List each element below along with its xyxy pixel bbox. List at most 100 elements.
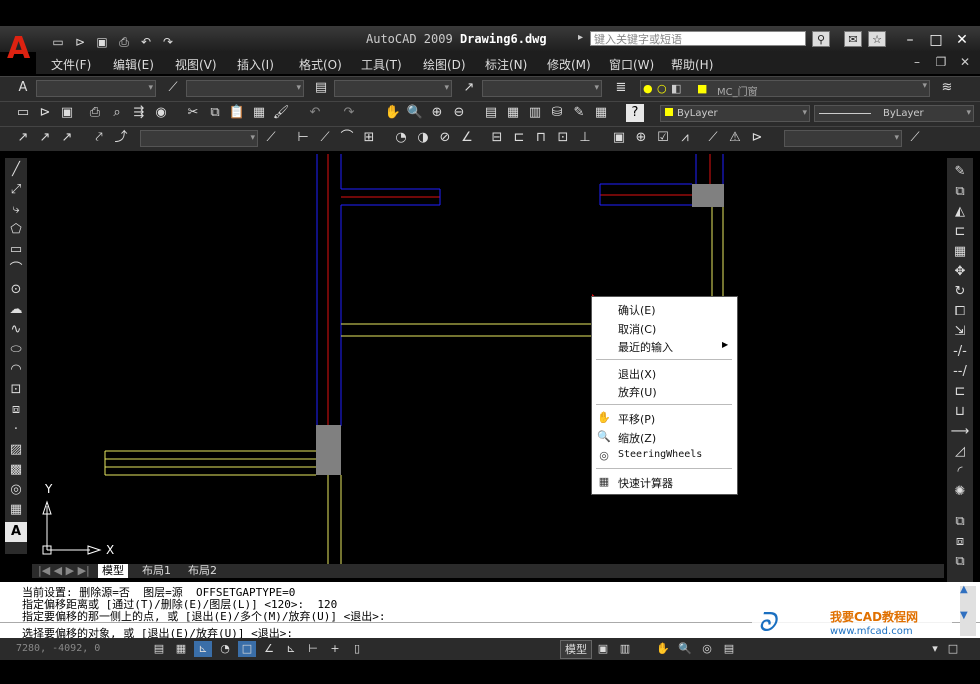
menu-item-zoom[interactable]: 缩放(Z): [618, 430, 656, 446]
properties-icon[interactable]: ▤: [482, 104, 500, 122]
polar-tracking-icon[interactable]: ◔: [216, 641, 234, 657]
save-icon[interactable]: ▣: [94, 35, 110, 49]
ordinate-dimension-icon[interactable]: ⊞: [360, 129, 378, 147]
layer-dropdown[interactable]: ● ○ ◧ ■ MC_门窗 ▾: [640, 80, 930, 98]
design-center-icon[interactable]: ▦: [504, 104, 522, 122]
minimize-button[interactable]: –: [900, 30, 920, 50]
table-icon[interactable]: ▦: [5, 500, 27, 520]
doc-minimize-button[interactable]: –: [908, 55, 926, 71]
help-icon[interactable]: ?: [626, 104, 644, 122]
ortho-mode-icon[interactable]: ⊾: [194, 641, 212, 657]
print-icon[interactable]: ⎙: [116, 35, 132, 49]
maximize-button[interactable]: □: [926, 30, 946, 50]
application-menu-button[interactable]: A: [3, 30, 35, 70]
make-layer-current-icon[interactable]: ≋: [938, 79, 956, 97]
search-input[interactable]: 键入关键字或短语: [590, 31, 806, 46]
coordinate-readout[interactable]: 7280, -4092, 0: [16, 643, 100, 654]
open-file-icon[interactable]: ⊳: [36, 104, 54, 122]
ellipse-arc-icon[interactable]: ◠: [5, 360, 27, 380]
menu-item-steeringwheels[interactable]: SteeringWheels: [618, 449, 702, 460]
plot-preview-icon[interactable]: ⌕: [108, 104, 126, 122]
tab-layout2[interactable]: 布局2: [188, 564, 217, 578]
paste-block-icon[interactable]: ▦: [250, 104, 268, 122]
bring-above-icon[interactable]: ⧉: [949, 552, 971, 572]
menu-item-exit[interactable]: 退出(X): [618, 366, 656, 382]
color-control-dropdown[interactable]: ByLayer ▾: [660, 105, 810, 122]
zoom-realtime-icon[interactable]: 🔍: [406, 104, 424, 122]
ucs-face-icon[interactable]: ⤤: [90, 129, 108, 147]
menu-item-pan[interactable]: 平移(P): [618, 411, 655, 427]
baseline-dimension-icon[interactable]: ⊏: [510, 129, 528, 147]
line-icon[interactable]: ╱: [5, 160, 27, 180]
break-icon[interactable]: ⊔: [949, 402, 971, 422]
pan-realtime-icon[interactable]: ✋: [384, 104, 402, 122]
drawing-canvas[interactable]: [32, 154, 944, 564]
dimension-style-dropdown[interactable]: ▾: [784, 130, 902, 147]
join-icon[interactable]: ⟶: [949, 422, 971, 442]
stretch-icon[interactable]: ⇲: [949, 322, 971, 342]
center-mark-icon[interactable]: ⊕: [632, 129, 650, 147]
object-snap-icon[interactable]: □: [238, 641, 256, 657]
dimension-style-manager-icon[interactable]: ⟋: [906, 129, 924, 147]
linetype-control-dropdown[interactable]: ByLayer ▾: [814, 105, 974, 122]
tab-nav-arrows[interactable]: |◀ ◀ ▶ ▶|: [38, 564, 90, 578]
tool-palettes-icon[interactable]: ▥: [526, 104, 544, 122]
text-style-icon[interactable]: A: [14, 79, 32, 97]
quick-dimension-icon[interactable]: ⊟: [488, 129, 506, 147]
draw-order-back-icon[interactable]: ⧈: [949, 532, 971, 552]
quick-view-drawings-icon[interactable]: ▥: [616, 641, 634, 657]
model-space-button[interactable]: 模型: [560, 640, 592, 659]
dimension-update-icon[interactable]: ⊳: [748, 129, 766, 147]
ucs-object-icon[interactable]: ⤴: [112, 129, 130, 147]
menu-view[interactable]: 视图(V): [175, 56, 217, 73]
copy-object-icon[interactable]: ⧉: [949, 182, 971, 202]
scroll-down-icon[interactable]: ▼: [960, 610, 968, 621]
steeringwheels-status-icon[interactable]: ◎: [698, 641, 716, 657]
menu-file[interactable]: 文件(F): [51, 56, 91, 73]
menu-tools[interactable]: 工具(T): [361, 56, 402, 73]
clean-screen-icon[interactable]: □: [944, 641, 962, 657]
plot-icon[interactable]: ⎙: [86, 104, 104, 122]
arc-icon[interactable]: ⌒: [5, 260, 27, 280]
ellipse-icon[interactable]: ⬭: [5, 340, 27, 360]
gradient-icon[interactable]: ▩: [5, 460, 27, 480]
region-icon[interactable]: ◎: [5, 480, 27, 500]
snap-mode-icon[interactable]: ▤: [150, 641, 168, 657]
ucs-world-icon[interactable]: ↗: [36, 129, 54, 147]
chamfer-icon[interactable]: ◿: [949, 442, 971, 462]
linear-dimension-icon[interactable]: ⊢: [294, 129, 312, 147]
diameter-dimension-icon[interactable]: ⊘: [436, 129, 454, 147]
new-icon[interactable]: ▭: [50, 35, 66, 49]
dimension-edit-icon[interactable]: ⟋: [704, 129, 722, 147]
pan-status-icon[interactable]: ✋: [654, 641, 672, 657]
inspection-icon[interactable]: ☑: [654, 129, 672, 147]
dimension-style-icon[interactable]: ⟋: [262, 129, 280, 147]
multileader-style-dropdown[interactable]: ▾: [482, 80, 602, 97]
menu-format[interactable]: 格式(O): [299, 56, 342, 73]
continue-dimension-icon[interactable]: ⊓: [532, 129, 550, 147]
polygon-icon[interactable]: ⬠: [5, 220, 27, 240]
extend-icon[interactable]: --/: [949, 362, 971, 382]
scale-icon[interactable]: ⧠: [949, 302, 971, 322]
array-icon[interactable]: ▦: [949, 242, 971, 262]
point-icon[interactable]: ·: [5, 420, 27, 440]
menu-window[interactable]: 窗口(W): [609, 56, 654, 73]
lineweight-icon[interactable]: +: [326, 641, 344, 657]
dim-style-icon[interactable]: ⟋: [164, 79, 182, 97]
undo-icon[interactable]: ↶: [138, 35, 154, 49]
menu-dimension[interactable]: 标注(N): [485, 56, 527, 73]
menu-item-quickcalc[interactable]: 快速计算器: [618, 475, 673, 491]
quick-view-layouts-icon[interactable]: ▣: [594, 641, 612, 657]
paste-icon[interactable]: 📋: [228, 104, 246, 122]
menu-modify[interactable]: 修改(M): [547, 56, 591, 73]
communication-center-icon[interactable]: ✉: [844, 31, 862, 47]
dynamic-input-icon[interactable]: ⊢: [304, 641, 322, 657]
close-button[interactable]: ✕: [952, 30, 972, 50]
ucs-previous-icon[interactable]: ↗: [58, 129, 76, 147]
tab-layout1[interactable]: 布局1: [142, 564, 171, 578]
publish-icon[interactable]: ⇶: [130, 104, 148, 122]
multileader-style-icon[interactable]: ↗: [460, 79, 478, 97]
undo-toolbar-icon[interactable]: ↶: [306, 104, 324, 122]
erase-icon[interactable]: ✎: [949, 162, 971, 182]
rotate-icon[interactable]: ↻: [949, 282, 971, 302]
